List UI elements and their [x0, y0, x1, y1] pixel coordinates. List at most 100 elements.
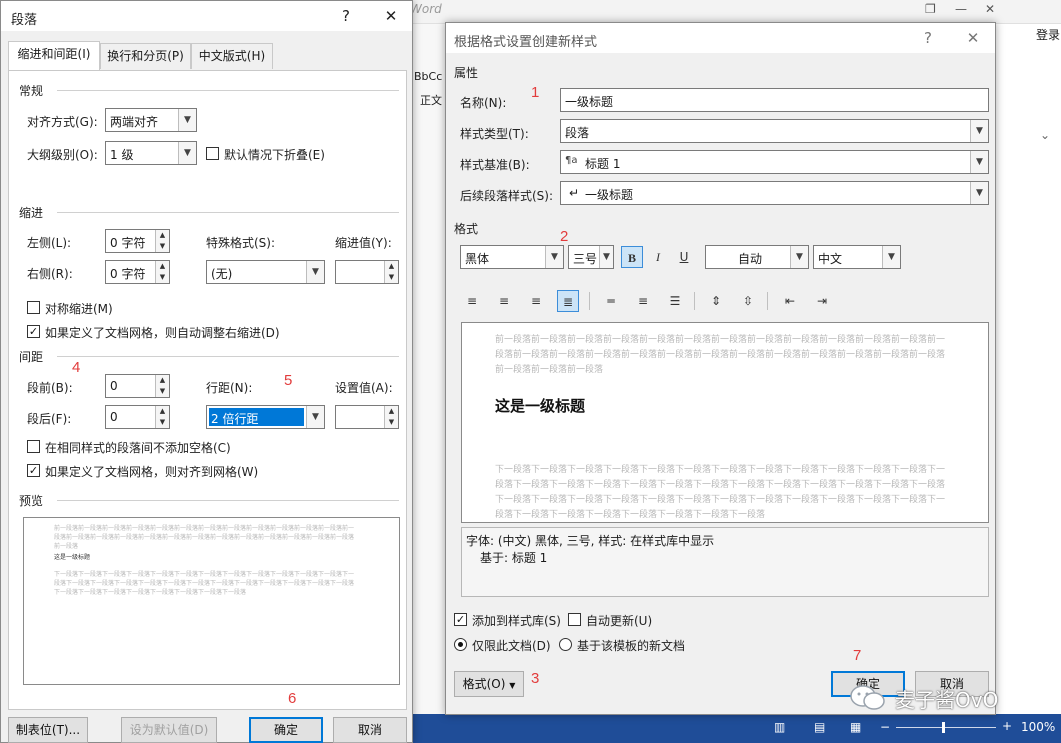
style-sample-normal[interactable]: 正文 [420, 92, 442, 108]
tab-line-page-breaks[interactable]: 换行和分页(P) [100, 43, 191, 69]
no-space-same-style-label: 在相同样式的段落间不添加空格(C) [45, 439, 231, 456]
script-select[interactable]: 中文▼ [813, 245, 901, 269]
dialog-title: 段落 [11, 9, 37, 28]
template-doc-radio[interactable] [559, 638, 572, 651]
auto-adjust-checkbox[interactable]: ✓ [27, 325, 40, 338]
minimize-icon[interactable]: — [955, 2, 967, 16]
read-mode-icon[interactable]: ▥ [774, 720, 785, 734]
add-to-gallery-checkbox[interactable]: ✓ [454, 613, 467, 626]
wechat-logo-icon [848, 684, 888, 712]
chevron-down-icon: ▼ [790, 246, 808, 268]
align-right-icon[interactable]: ≡ [525, 290, 547, 312]
no-space-same-style-checkbox[interactable] [27, 440, 40, 453]
chevron-down-icon: ▼ [509, 681, 515, 690]
paragraph-dialog: 段落 ? ✕ 缩进和间距(I) 换行和分页(P) 中文版式(H) 常规 对齐方式… [0, 0, 413, 743]
space-after-spinner[interactable]: 0 ▲▼ [105, 405, 170, 429]
help-icon[interactable]: ? [916, 27, 940, 49]
name-input[interactable]: 一级标题 [560, 88, 989, 112]
annotation-marker: 7 [853, 647, 861, 664]
space-after-value: 0 [110, 410, 118, 424]
alignment-value: 两端对齐 [110, 113, 158, 130]
spinner-arrows-icon[interactable]: ▲▼ [155, 261, 169, 283]
alignment-select[interactable]: 两端对齐▼ [105, 108, 197, 132]
close-icon[interactable]: ✕ [985, 2, 995, 16]
web-layout-icon[interactable]: ▦ [850, 720, 861, 734]
font-size-select[interactable]: 三号▼ [568, 245, 614, 269]
zoom-out-icon[interactable]: − [880, 720, 890, 734]
style-type-select[interactable]: 段落▼ [560, 119, 989, 143]
outline-level-select[interactable]: 1 级▼ [105, 141, 197, 165]
align-center-icon[interactable]: ≡ [493, 290, 515, 312]
preview-sample-text: 这是一级标题 [495, 395, 585, 416]
zoom-slider[interactable] [896, 727, 996, 728]
divider [589, 292, 590, 310]
signin-link[interactable]: 登录 [1036, 26, 1060, 43]
cancel-button[interactable]: 取消 [333, 717, 407, 743]
template-doc-label: 基于该模板的新文档 [577, 637, 685, 654]
spinner-arrows-icon[interactable]: ▲▼ [155, 230, 169, 252]
based-on-select[interactable]: ¶a标题 1▼ [560, 150, 989, 174]
align-justify-icon[interactable]: ≣ [557, 290, 579, 312]
name-value: 一级标题 [565, 93, 613, 110]
special-indent-select[interactable]: (无)▼ [206, 260, 325, 284]
line-spacing-select[interactable]: 2 倍行距▼ [206, 405, 325, 429]
decrease-spacing-icon[interactable]: ⇳ [737, 290, 759, 312]
increase-indent-icon[interactable]: ⇥ [811, 290, 833, 312]
restore-icon[interactable]: ❐ [925, 2, 936, 16]
space-before-spinner[interactable]: 0▲▼ [105, 374, 170, 398]
style-type-label: 样式类型(T): [460, 125, 529, 142]
collapse-checkbox[interactable] [206, 147, 219, 160]
format-menu-button[interactable]: 格式(O) ▼ [454, 671, 524, 697]
zoom-thumb[interactable] [942, 722, 945, 733]
collapse-label: 默认情况下折叠(E) [224, 146, 325, 163]
only-this-doc-radio[interactable] [454, 638, 467, 651]
spinner-arrows-icon[interactable]: ▲▼ [155, 375, 169, 397]
snap-to-grid-checkbox[interactable]: ✓ [27, 464, 40, 477]
format-menu-label: 格式(O) [463, 677, 506, 691]
set-default-button[interactable]: 设为默认值(D) [121, 717, 217, 743]
auto-update-checkbox[interactable] [568, 613, 581, 626]
format-heading: 格式 [454, 220, 478, 237]
bold-button[interactable]: B [621, 246, 643, 268]
close-icon[interactable]: ✕ [379, 5, 403, 27]
divider [57, 500, 399, 501]
indent-right-spinner[interactable]: 0 字符▲▼ [105, 260, 170, 284]
divider [57, 356, 399, 357]
close-icon[interactable]: ✕ [961, 27, 985, 49]
italic-button[interactable]: I [647, 246, 669, 268]
double-spacing-icon[interactable]: ☰ [664, 290, 686, 312]
mirror-indent-label: 对称缩进(M) [45, 300, 113, 317]
increase-spacing-icon[interactable]: ⇕ [705, 290, 727, 312]
indent-by-spinner[interactable]: ▲▼ [335, 260, 399, 284]
help-icon[interactable]: ? [334, 5, 358, 27]
zoom-in-icon[interactable]: + [1002, 719, 1012, 733]
ok-button[interactable]: 确定 [249, 717, 323, 743]
decrease-indent-icon[interactable]: ⇤ [779, 290, 801, 312]
underline-button[interactable]: U [673, 246, 695, 268]
style-type-value: 段落 [565, 124, 589, 141]
tab-asian-typography[interactable]: 中文版式(H) [191, 43, 273, 69]
single-spacing-icon[interactable]: ═ [600, 290, 622, 312]
style-sample-bbcc[interactable]: BbCc [414, 70, 442, 83]
ribbon-expand-icon[interactable]: ⌄ [1040, 128, 1050, 142]
align-left-icon[interactable]: ≡ [461, 290, 483, 312]
font-color-select[interactable]: 自动▼ [705, 245, 809, 269]
indent-left-spinner[interactable]: 0 字符▲▼ [105, 229, 170, 253]
spinner-arrows-icon[interactable]: ▲▼ [384, 261, 398, 283]
spinner-arrows-icon[interactable]: ▲▼ [155, 406, 169, 428]
chevron-down-icon: ▼ [545, 246, 563, 268]
next-style-select[interactable]: ↵一级标题▼ [560, 181, 989, 205]
mirror-indent-checkbox[interactable] [27, 301, 40, 314]
style-description: 字体: (中文) 黑体, 三号, 样式: 在样式库中显示 基于: 标题 1 [461, 527, 989, 597]
spinner-arrows-icon[interactable]: ▲▼ [384, 406, 398, 428]
watermark-text: 麦子酱OvO [895, 684, 998, 713]
tab-indent-spacing[interactable]: 缩进和间距(I) [8, 41, 100, 71]
zoom-level[interactable]: 100% [1021, 720, 1055, 734]
spacing-at-spinner[interactable]: ▲▼ [335, 405, 399, 429]
snap-to-grid-label: 如果定义了文档网格，则对齐到网格(W) [45, 463, 258, 480]
one-half-spacing-icon[interactable]: ≡ [632, 290, 654, 312]
indent-right-label: 右侧(R): [27, 265, 73, 282]
font-select[interactable]: 黑体▼ [460, 245, 564, 269]
print-layout-icon[interactable]: ▤ [814, 720, 825, 734]
tabs-button[interactable]: 制表位(T)... [8, 717, 88, 743]
